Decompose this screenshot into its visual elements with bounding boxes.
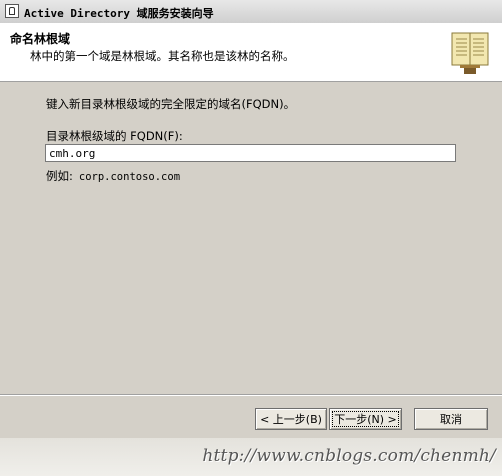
next-button[interactable]: 下一步(N) > [329,408,402,430]
example-value: corp.contoso.com [78,171,181,183]
instruction-text: 键入新目录林根级域的完全限定的域名(FQDN)。 [46,97,296,111]
title-bar: Active Directory 域服务安装向导 [0,0,502,24]
example-label: 例如: [46,169,73,183]
back-button[interactable]: < 上一步(B) [255,408,327,430]
watermark-text: http://www.cnblogs.com/chenmh/ [202,446,496,466]
fqdn-input[interactable] [45,144,456,162]
wizard-header: 命名林根域 林中的第一个域是林根域。其名称也是该林的名称。 [0,23,502,82]
fqdn-label: 目录林根级域的 FQDN(F): [46,129,183,143]
wizard-content: 键入新目录林根级域的完全限定的域名(FQDN)。 目录林根级域的 FQDN(F)… [0,82,502,394]
cancel-button[interactable]: 取消 [414,408,488,430]
page-subtitle: 林中的第一个域是林根域。其名称也是该林的名称。 [30,49,295,63]
page-title: 命名林根域 [10,32,71,46]
watermark-area: http://www.cnblogs.com/chenmh/ [0,438,502,476]
example-text: 例如: corp.contoso.com [46,168,180,184]
wizard-app-icon [5,4,19,18]
separator-line [0,394,502,396]
window-title: Active Directory 域服务安装向导 [24,7,214,20]
book-icon [451,32,489,74]
